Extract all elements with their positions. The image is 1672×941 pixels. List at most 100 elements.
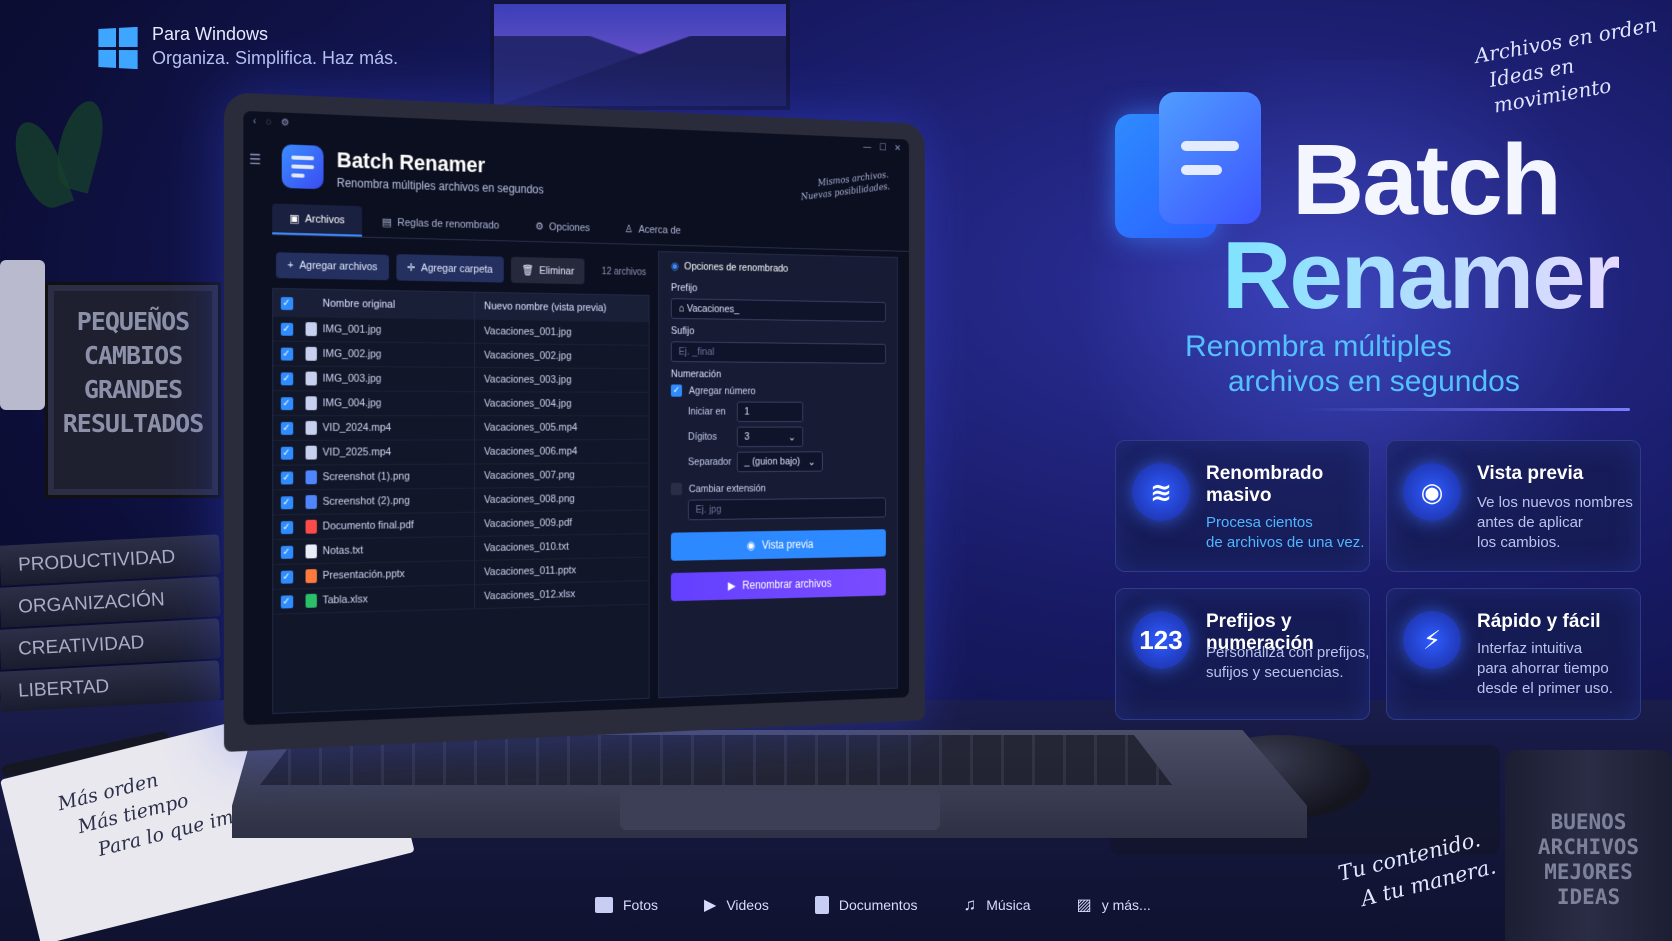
- feature-card-preview: ◉ Vista previa Ve los nuevos nombres ant…: [1386, 440, 1641, 572]
- feature-card-title: Rápido y fácil: [1477, 611, 1601, 632]
- add-number-label: Agregar número: [688, 385, 756, 397]
- delete-button[interactable]: 🗑 Eliminar: [510, 256, 585, 285]
- col-new[interactable]: Nuevo nombre (vista previa): [475, 300, 649, 315]
- row-checkbox[interactable]: ✓: [280, 570, 293, 584]
- add-folder-button[interactable]: ✛ Agregar carpeta: [396, 254, 504, 283]
- os-label: Para Windows: [152, 24, 269, 44]
- suffix-input[interactable]: Ej. _final: [670, 341, 886, 364]
- new-name: Vacaciones_009.pdf: [484, 517, 573, 530]
- row-checkbox[interactable]: ✓: [280, 371, 293, 385]
- table-row[interactable]: ✓ IMG_002.jpg Vacaciones_002.jpg: [273, 341, 649, 370]
- separator-select[interactable]: _ (guion bajo) ⌄: [736, 451, 823, 473]
- feature-card-desc: Procesa cientos: [1206, 514, 1313, 531]
- poster-line: GRANDES: [83, 375, 183, 404]
- start-input[interactable]: 1: [736, 401, 804, 422]
- footer-item-fotos: Fotos: [595, 895, 658, 915]
- eye-icon: ◉: [746, 538, 756, 552]
- row-checkbox[interactable]: ✓: [280, 446, 293, 460]
- table-row[interactable]: ✓ IMG_003.jpg Vacaciones_003.jpg: [273, 366, 649, 393]
- tab-acerca[interactable]: ♙ Acerca de: [609, 214, 696, 246]
- image-file-icon: [305, 396, 317, 411]
- user-icon: ♙: [624, 223, 634, 236]
- add-number-checkbox[interactable]: ✓: [670, 384, 683, 397]
- row-checkbox[interactable]: ✓: [280, 322, 293, 336]
- start-label: Iniciar en: [687, 406, 726, 418]
- col-original[interactable]: Nombre original: [322, 289, 475, 320]
- laptop-screen: ‹ ◌ ⚙ — ☐ ✕ ☰ Batch Renamer Renombra múl…: [243, 110, 910, 726]
- digits-label: Dígitos: [687, 431, 717, 443]
- row-checkbox[interactable]: ✓: [280, 594, 293, 609]
- new-name: Vacaciones_003.jpg: [484, 373, 572, 386]
- prefix-input[interactable]: ⌂ Vacaciones_: [670, 298, 886, 323]
- plus-icon: +: [287, 258, 294, 271]
- feature-card-desc: sufijos y secuencias.: [1206, 664, 1344, 681]
- hero-tagline-line2: archivos en segundos: [1228, 365, 1520, 398]
- tagline-underline: [1300, 408, 1630, 411]
- table-row[interactable]: ✓ Screenshot (1).png Vacaciones_007.png: [273, 463, 649, 491]
- hero-logo-icon: [1115, 92, 1265, 242]
- separator-label: Separador: [687, 456, 732, 468]
- tab-opciones[interactable]: ⚙ Opciones: [519, 211, 606, 243]
- row-checkbox[interactable]: ✓: [280, 471, 293, 485]
- prefix-label: Prefijo: [670, 282, 698, 294]
- rename-button[interactable]: ▶ Renombrar archivos: [670, 568, 886, 602]
- add-number-row[interactable]: ✓ Agregar número: [670, 384, 886, 397]
- row-checkbox[interactable]: ✓: [280, 495, 293, 509]
- row-checkbox[interactable]: ✓: [280, 545, 293, 559]
- xlsx-file-icon: [305, 593, 317, 608]
- files-toolbar: + Agregar archivos ✛ Agregar carpeta 🗑 Elim…: [272, 241, 649, 295]
- tab-archivos[interactable]: ▣ Archivos: [272, 203, 362, 237]
- feature-card-desc: de archivos de una vez.: [1206, 534, 1365, 551]
- workspace: + Agregar archivos ✛ Agregar carpeta 🗑 Elim…: [272, 241, 898, 715]
- table-row[interactable]: ✓ IMG_004.jpg Vacaciones_004.jpg: [273, 391, 649, 417]
- settings-icon[interactable]: ⚙: [281, 117, 290, 128]
- windows-logo-icon: [98, 26, 138, 70]
- table-row[interactable]: ✓ VID_2025.mp4 Vacaciones_006.mp4: [273, 439, 649, 466]
- app-title: Batch Renamer: [336, 146, 486, 177]
- music-icon: ♫: [963, 895, 977, 914]
- trash-icon: 🗑: [521, 264, 534, 277]
- tag-icon: ⌂: [678, 302, 687, 315]
- original-name: IMG_003.jpg: [322, 366, 475, 392]
- menu-rail-icon[interactable]: ☰: [249, 151, 261, 168]
- ext-input[interactable]: Ej. jpg: [687, 497, 886, 521]
- new-name: Vacaciones_007.png: [484, 469, 575, 482]
- original-name: Presentación.pptx: [322, 560, 475, 588]
- background-plant-pot: [0, 260, 45, 410]
- tab-reglas[interactable]: ▤ Reglas de renombrado: [365, 206, 515, 240]
- row-checkbox[interactable]: ✓: [280, 421, 293, 435]
- new-name: Vacaciones_008.png: [484, 493, 575, 506]
- mug-line: BUENOS: [1550, 810, 1627, 834]
- file-types-footer: Fotos ▶ Videos Documentos ♫ Música ▨ y más.…: [595, 895, 1151, 915]
- new-name: Vacaciones_001.jpg: [484, 325, 572, 339]
- new-name: Vacaciones_006.mp4: [484, 445, 578, 458]
- digits-select[interactable]: 3 ⌄: [736, 426, 804, 448]
- numbering-label: Numeración: [670, 368, 722, 381]
- table-body: ✓ IMG_001.jpg Vacaciones_001.jpg ✓ IMG_002.j…: [273, 316, 649, 615]
- chevron-down-icon: ⌄: [807, 456, 816, 468]
- batch-renamer-window: ‹ ◌ ⚙ — ☐ ✕ ☰ Batch Renamer Renombra múl…: [243, 111, 910, 725]
- refresh-icon[interactable]: ◌: [266, 116, 272, 127]
- pdf-file-icon: [305, 519, 317, 534]
- change-ext-row[interactable]: Cambiar extensión: [670, 481, 886, 496]
- row-checkbox[interactable]: ✓: [280, 347, 293, 361]
- original-name: VID_2025.mp4: [322, 440, 475, 465]
- numbers-icon: 123: [1132, 611, 1190, 669]
- row-checkbox[interactable]: ✓: [280, 396, 293, 410]
- feature-card-title: Vista previa: [1477, 463, 1584, 484]
- feature-card-masivo: ≋ Renombrado masivo Procesa cientos de a…: [1115, 440, 1370, 572]
- image-icon: ▨: [1076, 897, 1092, 914]
- add-files-button[interactable]: + Agregar archivos: [276, 251, 389, 280]
- wall-poster: PEQUEÑOS CAMBIOS GRANDES RESULTADOS: [48, 285, 218, 495]
- minimize-button[interactable]: —: [863, 142, 871, 152]
- back-icon[interactable]: ‹: [253, 116, 256, 127]
- close-button[interactable]: ✕: [894, 143, 901, 153]
- new-name: Vacaciones_004.jpg: [484, 397, 572, 410]
- change-ext-checkbox[interactable]: [670, 482, 683, 496]
- original-name: IMG_002.jpg: [322, 342, 475, 367]
- row-checkbox[interactable]: ✓: [280, 520, 293, 534]
- preview-button[interactable]: ◉ Vista previa: [670, 529, 886, 561]
- select-all-checkbox[interactable]: ✓: [280, 296, 293, 310]
- maximize-button[interactable]: ☐: [879, 142, 886, 152]
- table-row[interactable]: ✓ VID_2024.mp4 Vacaciones_005.mp4: [273, 416, 649, 441]
